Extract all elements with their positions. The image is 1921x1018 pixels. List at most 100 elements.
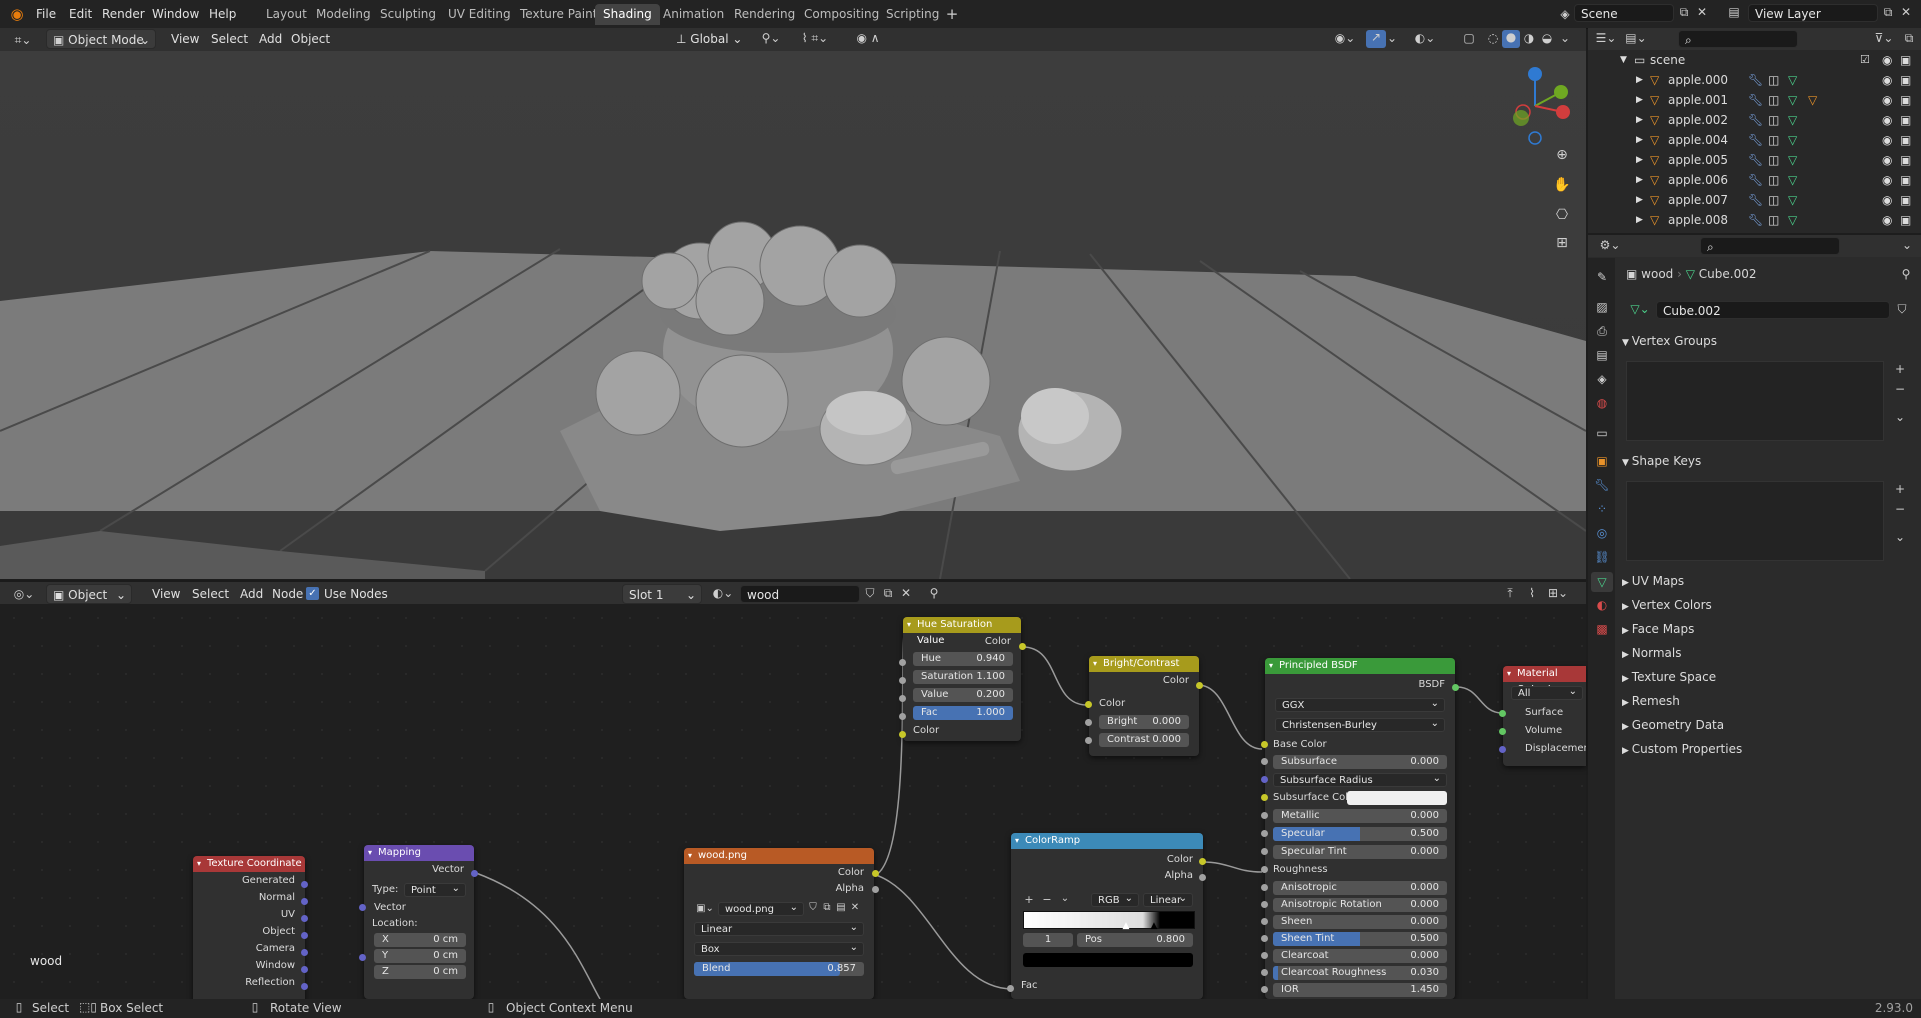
fake-user-shield-icon[interactable]: ⛉ — [1894, 302, 1910, 317]
outliner-editor-type-icon[interactable]: ☰⌄ — [1594, 31, 1618, 45]
overlay-icon[interactable]: ◐⌄ — [1410, 31, 1440, 45]
mesh-name-field[interactable]: Cube.002 — [1656, 301, 1890, 319]
eye-icon[interactable]: ◉ — [1882, 170, 1892, 190]
bsdf-sheen-socket[interactable] — [1261, 918, 1268, 925]
snap-node-options-icon[interactable]: ⊞⌄ — [1544, 586, 1572, 600]
expand-arrow-icon[interactable]: ▶ — [1636, 170, 1643, 190]
bsdf-anisotropic-rotation-socket[interactable] — [1261, 901, 1268, 908]
texture-tab-icon[interactable]: ▩ — [1593, 622, 1611, 636]
image-color-output-socket[interactable] — [872, 870, 879, 877]
modifier-wrench-icon[interactable]: 🔧︎ — [1748, 170, 1763, 190]
modifier-wrench-icon[interactable]: 🔧︎ — [1748, 190, 1763, 210]
shader-type-dropdown[interactable]: ▣ Object ⌄ — [46, 584, 132, 604]
ramp-stop-handle-icon[interactable]: ▲ — [1149, 921, 1159, 931]
bc-color-input-socket[interactable] — [1085, 701, 1092, 708]
add-shape-key-icon[interactable]: + — [1892, 482, 1908, 496]
node-menu-view[interactable]: View — [146, 584, 186, 604]
ior-field[interactable]: IOR 1.450 — [1273, 983, 1447, 997]
rendered-shading-icon[interactable]: ◒ — [1538, 31, 1556, 45]
hsv-fac-socket[interactable] — [899, 713, 906, 720]
camera-render-icon[interactable]: ▣ — [1900, 50, 1911, 70]
proportional-edit-icon[interactable]: ◉ ∧ — [848, 31, 888, 45]
output-tab-icon[interactable]: ⎙ — [1593, 324, 1611, 339]
viewport-menu-select[interactable]: Select — [205, 29, 254, 49]
tab-layout[interactable]: Layout — [258, 4, 315, 25]
outliner-item[interactable]: ▶ ▽ apple.001 🔧︎ ◫ ▽ ▽ ◉ ▣ — [1588, 90, 1921, 110]
shape-keys-list[interactable] — [1626, 481, 1884, 561]
ortho-grid-icon[interactable]: ⊞ — [1552, 235, 1572, 251]
tab-animation[interactable]: Animation — [655, 4, 732, 25]
eye-icon[interactable]: ◉ — [1882, 90, 1892, 110]
remove-shape-key-icon[interactable]: − — [1892, 502, 1908, 516]
node-color-ramp[interactable]: ColorRamp Color Alpha + − ⌄ RGB Linear ▲… — [1011, 833, 1203, 999]
menu-edit[interactable]: Edit — [63, 4, 98, 24]
node-principled-bsdf[interactable]: Principled BSDF BSDF GGX Christensen-Bur… — [1265, 658, 1455, 999]
panel-vertex-colors[interactable]: ▶ Vertex Colors — [1622, 595, 1912, 615]
bsdf-base-color-socket[interactable] — [1261, 741, 1268, 748]
sheen-field[interactable]: Sheen 0.000 — [1273, 915, 1447, 929]
panel-uv-maps[interactable]: ▶ UV Maps — [1622, 571, 1912, 591]
image-alpha-output-socket[interactable] — [872, 886, 879, 893]
bsdf-roughness-socket[interactable] — [1261, 866, 1268, 873]
viewport-menu-object[interactable]: Object — [285, 29, 336, 49]
snap-icon[interactable]: ⌇ ⌗⌄ — [790, 31, 840, 46]
menu-window[interactable]: Window — [146, 4, 205, 24]
viewport-menu-add[interactable]: Add — [253, 29, 288, 49]
render-tab-icon[interactable]: ▨ — [1593, 300, 1611, 314]
gizmo-dropdown-icon[interactable]: ⌄ — [1386, 31, 1398, 45]
bsdf-sheen-tint-socket[interactable] — [1261, 935, 1268, 942]
panel-vertex-groups[interactable]: ▼ Vertex Groups — [1622, 331, 1912, 351]
new-scene-icon[interactable]: ⧉ — [1676, 5, 1692, 20]
bsdf-specular-tint-socket[interactable] — [1261, 848, 1268, 855]
view-layer-icon[interactable]: ▤ — [1724, 5, 1744, 19]
ramp-stop-handle-icon[interactable]: ▲ — [1121, 921, 1131, 931]
delete-view-layer-icon[interactable]: ✕ — [1898, 5, 1914, 19]
expand-arrow-icon[interactable]: ▶ — [1636, 130, 1643, 150]
outliner-search-input[interactable]: ⌕ — [1678, 30, 1798, 48]
pan-hand-icon[interactable]: ✋ — [1552, 177, 1572, 193]
outliner-item[interactable]: ▶ ▽ apple.008 🔧︎ ◫ ▽ ◉ ▣ — [1588, 210, 1921, 230]
subsurface-color-swatch[interactable] — [1347, 791, 1447, 805]
ramp-interpolation-dropdown[interactable]: Linear — [1143, 892, 1193, 907]
expand-arrow-icon[interactable]: ▼ — [1620, 50, 1627, 70]
zoom-icon[interactable]: ⊕ — [1552, 147, 1572, 163]
camera-render-icon[interactable]: ▣ — [1900, 70, 1911, 90]
camera-icon[interactable]: ⎔ — [1552, 207, 1572, 223]
hsv-color-output-socket[interactable] — [1019, 643, 1026, 650]
output-socket[interactable] — [301, 983, 308, 990]
checkbox-icon[interactable]: ☑ — [1860, 50, 1870, 70]
anisotropic-rotation-field[interactable]: Anisotropic Rotation 0.000 — [1273, 898, 1447, 912]
bc-color-output-socket[interactable] — [1196, 682, 1203, 689]
location-x-field[interactable]: X0 cm — [374, 933, 466, 947]
slot-dropdown[interactable]: Slot 1 ⌄ — [622, 584, 702, 604]
image-file-field[interactable]: wood.png — [718, 901, 804, 916]
open-image-icon[interactable]: ▤ — [834, 902, 848, 913]
eye-icon[interactable]: ◉ — [1882, 50, 1892, 70]
modifier-wrench-icon[interactable]: 🔧︎ — [1748, 90, 1763, 110]
shading-options-icon[interactable]: ⌄ — [1558, 31, 1572, 45]
camera-render-icon[interactable]: ▣ — [1900, 170, 1911, 190]
bsdf-clearcoat-socket[interactable] — [1261, 952, 1268, 959]
ramp-options-icon[interactable]: ⌄ — [1059, 893, 1071, 904]
view-layer-field[interactable]: View Layer — [1748, 4, 1878, 22]
output-volume-socket[interactable] — [1499, 728, 1506, 735]
mapping-vector-input-socket[interactable] — [359, 904, 366, 911]
remove-stop-icon[interactable]: − — [1041, 893, 1053, 906]
vertex-groups-list[interactable] — [1626, 361, 1884, 441]
constraints-tab-icon[interactable]: ⛓ — [1593, 550, 1611, 564]
pin-icon[interactable]: ⚲ — [926, 586, 942, 600]
panel-geometry-data[interactable]: ▶ Geometry Data — [1622, 715, 1912, 735]
tab-sculpting[interactable]: Sculpting — [372, 4, 444, 25]
eye-icon[interactable]: ◉ — [1882, 210, 1892, 230]
node-menu-select[interactable]: Select — [186, 584, 235, 604]
output-socket[interactable] — [301, 881, 308, 888]
node-mapping[interactable]: Mapping Vector Type: Point Vector Locati… — [364, 845, 474, 999]
outliner-item[interactable]: ▶ ▽ apple.000 🔧︎ ◫ ▽ ◉ ▣ — [1588, 70, 1921, 90]
viewport-menu-view[interactable]: View — [165, 29, 205, 49]
specular-tint-field[interactable]: Specular Tint 0.000 — [1273, 845, 1447, 859]
properties-search-input[interactable]: ⌕ — [1700, 237, 1840, 255]
unlink-material-icon[interactable]: ✕ — [898, 586, 914, 600]
bsdf-subsurface-socket[interactable] — [1261, 758, 1268, 765]
pin-icon[interactable]: ⚲ — [1898, 264, 1914, 284]
delete-scene-icon[interactable]: ✕ — [1694, 5, 1710, 19]
